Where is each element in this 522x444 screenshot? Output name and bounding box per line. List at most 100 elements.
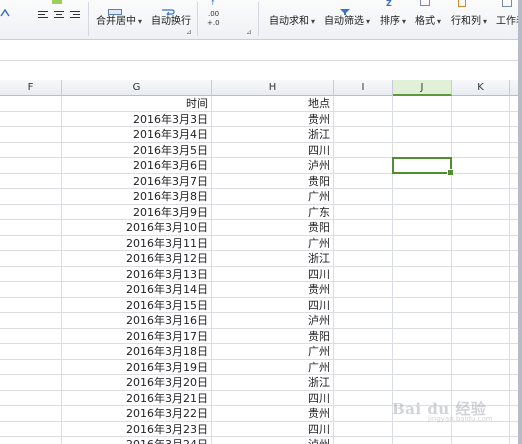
merge-cells-icon[interactable] [108,0,122,15]
cell-date[interactable]: 2016年3月13日 [62,267,211,282]
cell-place[interactable]: 四川 [212,391,333,406]
formula-bar-area [0,40,522,80]
align-center-icon[interactable] [54,11,64,20]
cell-place[interactable]: 贵阳 [212,329,333,344]
cell-date[interactable]: 2016年3月22日 [62,406,211,421]
table-row: 2016年3月17日 贵阳 [0,329,522,344]
table-row: 2016年3月18日 广州 [0,344,522,360]
cell-date[interactable]: 2016年3月3日 [62,112,211,127]
format-icon[interactable] [420,0,430,6]
ribbon-separator [88,2,89,36]
cell-place[interactable]: 广东 [212,205,333,220]
sort-button[interactable]: 排序 [380,12,406,27]
table-row: 2016年3月8日 广州 [0,189,522,205]
alignment-launcher-icon[interactable]: ⊿ [186,28,192,36]
wrap-text-icon[interactable] [161,0,175,16]
cell-place[interactable]: 四川 [212,267,333,282]
auto-sum-button[interactable]: 自动求和 [269,12,315,27]
cell-date[interactable]: 2016年3月17日 [62,329,211,344]
table-row: 2016年3月15日 四川 [0,298,522,313]
table-row: 2016年3月16日 泸州 [0,313,522,329]
spreadsheet-grid[interactable]: F G H I J K 时间 地点 2016年3月3日 贵州 2016年3月4日 浙江… [0,80,522,444]
column-header-i[interactable]: I [334,80,393,96]
cell-place[interactable]: 广州 [212,360,333,375]
column-header-k[interactable]: K [452,80,510,96]
auto-filter-button[interactable]: 自动筛选 [324,12,370,27]
percent-icon[interactable]: ↑ [210,0,218,7]
column-header-j[interactable]: J [393,80,452,96]
cell-date[interactable]: 2016年3月11日 [62,236,211,251]
cell-date[interactable]: 2016年3月10日 [62,220,211,235]
cell-date[interactable]: 2016年3月23日 [62,422,211,437]
cell-place[interactable]: 泸州 [212,158,333,173]
table-row: 2016年3月10日 贵阳 [0,220,522,236]
cell-place[interactable]: 浙江 [212,375,333,390]
cell-place[interactable]: 浙江 [212,251,333,266]
decimal-decrease-label: +.0 [207,19,220,27]
active-cell[interactable] [392,157,454,176]
cell-date[interactable]: 2016年3月24日 [62,437,211,444]
cell-place[interactable]: 广州 [212,236,333,251]
cell-date[interactable]: 2016年3月5日 [62,143,211,158]
cell-place[interactable]: 四川 [212,298,333,313]
cell-place[interactable]: 贵州 [212,282,333,297]
row-column-button[interactable]: 行和列 [451,12,487,27]
table-row: 2016年3月12日 浙江 [0,251,522,267]
cell-place[interactable]: 浙江 [212,127,333,142]
cell-date[interactable]: 2016年3月12日 [62,251,211,266]
cell-date[interactable]: 2016年3月18日 [62,344,211,359]
cell-place[interactable]: 贵州 [212,112,333,127]
format-button[interactable]: 格式 [415,12,441,27]
cell-place[interactable]: 广州 [212,189,333,204]
cell-place[interactable]: 贵阳 [212,220,333,235]
table-row: 2016年3月19日 广州 [0,360,522,375]
cell-place[interactable]: 四川 [212,143,333,158]
cell-date[interactable]: 2016年3月8日 [62,189,211,204]
arrow-icon[interactable] [0,2,10,17]
cell-place[interactable]: 贵阳 [212,174,333,189]
table-row: 2016年3月13日 四川 [0,267,522,282]
column-header-f[interactable]: F [0,80,62,96]
table-row: 2016年3月4日 浙江 [0,127,522,143]
decimal-increase-button[interactable]: .00 [208,10,219,18]
number-launcher-icon[interactable]: ⊿ [246,28,252,36]
fill-color-icon[interactable] [52,0,62,4]
table-row: 2016年3月11日 广州 [0,236,522,251]
auto-wrap-button[interactable]: 自动换行 [151,12,191,27]
merge-center-button[interactable]: 合并居中 [96,12,142,27]
align-right-icon[interactable] [70,11,80,20]
cell-place[interactable]: 广州 [212,344,333,359]
align-left-icon[interactable] [38,11,48,20]
cell-date-header[interactable]: 时间 [62,96,211,111]
ribbon-separator [258,2,259,36]
cell-place[interactable]: 泸州 [212,313,333,328]
cell-date[interactable]: 2016年3月15日 [62,298,211,313]
cell-date[interactable]: 2016年3月6日 [62,158,211,173]
cell-place[interactable]: 贵州 [212,406,333,421]
cell-date[interactable]: 2016年3月21日 [62,391,211,406]
column-header-h[interactable]: H [212,80,334,96]
worksheet-icon[interactable] [502,0,512,7]
cell-place[interactable]: 泸州 [212,437,333,444]
cell-date[interactable]: 2016年3月19日 [62,360,211,375]
ribbon-toolbar: 合并居中 自动换行 ⊿ ↑ .00 +.0 ⊿ 自动求和 自动筛选 Z 排序 格… [0,0,522,40]
cell-date[interactable]: 2016年3月7日 [62,174,211,189]
cell-date[interactable]: 2016年3月14日 [62,282,211,297]
cell-date[interactable]: 2016年3月16日 [62,313,211,328]
cell-place[interactable]: 四川 [212,422,333,437]
cell-date[interactable]: 2016年3月9日 [62,205,211,220]
window-edge [518,0,522,444]
cell-date[interactable]: 2016年3月20日 [62,375,211,390]
table-row: 2016年3月20日 浙江 [0,375,522,391]
table-row: 2016年3月3日 贵州 [0,112,522,127]
ribbon-separator [197,2,198,36]
row-column-icon[interactable] [458,0,466,7]
cell-place-header[interactable]: 地点 [212,96,333,111]
column-header-g[interactable]: G [62,80,212,96]
decimal-decrease-button[interactable]: +.0 [207,19,220,27]
filter-icon[interactable] [340,0,350,15]
cell-date[interactable]: 2016年3月4日 [62,127,211,142]
decimal-increase-label: .00 [208,10,220,18]
table-row: 时间 地点 [0,96,522,112]
sort-icon[interactable]: Z [386,0,398,8]
